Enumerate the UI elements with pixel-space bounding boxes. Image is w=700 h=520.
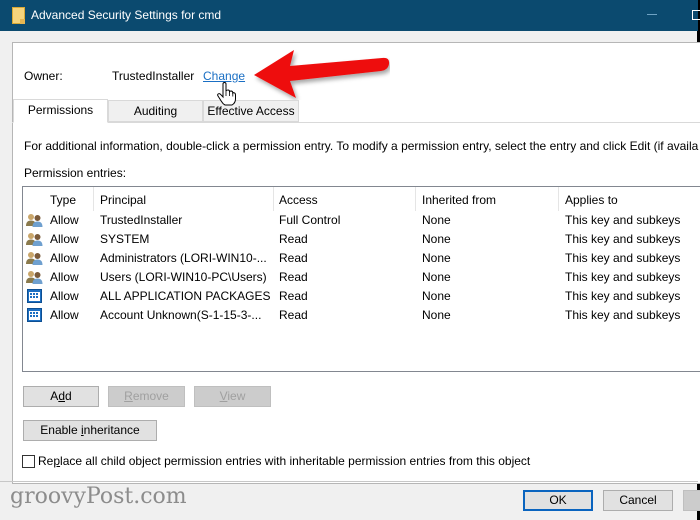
column-header-applies-to[interactable]: Applies to [565, 193, 618, 207]
users-icon [26, 270, 43, 284]
cell-access: Full Control [279, 213, 341, 227]
cell-type: Allow [50, 232, 79, 246]
cell-inherited-from: None [422, 308, 451, 322]
replace-label-post: lace all child object permission entries… [60, 454, 531, 468]
cell-principal: TrustedInstaller [100, 213, 183, 227]
permission-entry-row[interactable]: Allow Account Unknown(S-1-15-3-... Read Non… [23, 306, 700, 325]
advanced-security-settings-window: Advanced Security Settings for cmd Owner… [0, 0, 700, 520]
owner-value: TrustedInstaller [112, 69, 195, 83]
cell-principal: Account Unknown(S-1-15-3-... [100, 308, 262, 322]
add-button[interactable]: Add [23, 386, 99, 407]
replace-child-permissions-checkbox[interactable] [22, 455, 35, 468]
column-separator[interactable] [273, 187, 274, 211]
cell-inherited-from: None [422, 213, 451, 227]
add-accelerator: d [58, 389, 65, 403]
cell-applies-to: This key and subkeys [565, 232, 681, 246]
red-arrow-annotation [254, 50, 390, 98]
cell-type: Allow [50, 213, 79, 227]
app-package-icon [27, 308, 42, 322]
view-label-post: iew [227, 389, 246, 403]
permission-entry-row[interactable]: Allow Users (LORI-WIN10-PC\Users) Read None… [23, 268, 700, 287]
permission-entries-list[interactable]: Type Principal Access Inherited from App… [22, 186, 700, 372]
column-header-principal[interactable]: Principal [100, 193, 146, 207]
list-header: Type Principal Access Inherited from App… [23, 187, 700, 211]
users-icon [26, 213, 43, 227]
cell-applies-to: This key and subkeys [565, 308, 681, 322]
app-package-icon [27, 289, 42, 303]
cell-principal: Users (LORI-WIN10-PC\Users) [100, 270, 267, 284]
users-icon [26, 251, 43, 265]
column-header-inherited-from[interactable]: Inherited from [422, 193, 496, 207]
tab-divider [12, 122, 700, 123]
cell-type: Allow [50, 308, 79, 322]
cell-access: Read [279, 270, 308, 284]
cell-access: Read [279, 251, 308, 265]
cell-inherited-from: None [422, 270, 451, 284]
minimize-button[interactable] [647, 14, 657, 15]
cell-access: Read [279, 308, 308, 322]
cell-applies-to: This key and subkeys [565, 213, 681, 227]
remove-accelerator: R [124, 389, 133, 403]
replace-label-pre: Re [38, 454, 54, 468]
info-text: For additional information, double-click… [24, 139, 699, 153]
cell-principal: Administrators (LORI-WIN10-... [100, 251, 267, 265]
title-bar: Advanced Security Settings for cmd [0, 0, 700, 31]
permission-entry-row[interactable]: Allow SYSTEM Read None This key and subkeys [23, 230, 700, 249]
cell-applies-to: This key and subkeys [565, 270, 681, 284]
permission-entry-row[interactable]: Allow Administrators (LORI-WIN10-... Read N… [23, 249, 700, 268]
permission-entries-label: Permission entries: [24, 166, 127, 180]
ok-button[interactable]: OK [523, 490, 593, 511]
cell-type: Allow [50, 251, 79, 265]
change-owner-link[interactable]: Change [203, 69, 245, 83]
inherit-label-post: nheritance [83, 423, 140, 437]
tab-auditing[interactable]: Auditing [108, 100, 203, 122]
tab-permissions[interactable]: Permissions [13, 99, 108, 123]
add-label-post: d [65, 389, 72, 403]
remove-label-post: emove [132, 389, 169, 403]
watermark: groovyPost.com [10, 484, 187, 509]
apply-button[interactable] [683, 490, 700, 511]
maximize-button[interactable] [692, 10, 700, 20]
window-title: Advanced Security Settings for cmd [31, 8, 222, 22]
cell-type: Allow [50, 270, 79, 284]
replace-child-permissions-label[interactable]: Replace all child object permission entr… [38, 454, 530, 468]
cell-principal: ALL APPLICATION PACKAGES [100, 289, 271, 303]
cell-applies-to: This key and subkeys [565, 251, 681, 265]
column-header-access[interactable]: Access [279, 193, 318, 207]
cell-inherited-from: None [422, 289, 451, 303]
cell-access: Read [279, 232, 308, 246]
owner-label: Owner: [24, 69, 63, 83]
inherit-label-pre: Enable [40, 423, 81, 437]
cancel-button[interactable]: Cancel [603, 490, 673, 511]
view-button[interactable]: View [194, 386, 271, 407]
permission-entry-row[interactable]: Allow ALL APPLICATION PACKAGES Read None Thi… [23, 287, 700, 306]
hand-cursor-icon [217, 82, 236, 106]
enable-inheritance-button[interactable]: Enable inheritance [23, 420, 157, 441]
column-separator[interactable] [558, 187, 559, 211]
permission-entry-row[interactable]: Allow TrustedInstaller Full Control None Thi… [23, 211, 700, 230]
users-icon [26, 232, 43, 246]
column-header-type[interactable]: Type [50, 193, 76, 207]
column-separator[interactable] [93, 187, 94, 211]
cell-inherited-from: None [422, 251, 451, 265]
cell-principal: SYSTEM [100, 232, 150, 246]
cell-applies-to: This key and subkeys [565, 289, 681, 303]
arrow-shape [254, 50, 390, 98]
column-separator[interactable] [415, 187, 416, 211]
cell-access: Read [279, 289, 308, 303]
footer-divider [0, 481, 698, 482]
folder-icon [12, 7, 25, 24]
remove-button[interactable]: Remove [108, 386, 185, 407]
cell-inherited-from: None [422, 232, 451, 246]
cell-type: Allow [50, 289, 79, 303]
